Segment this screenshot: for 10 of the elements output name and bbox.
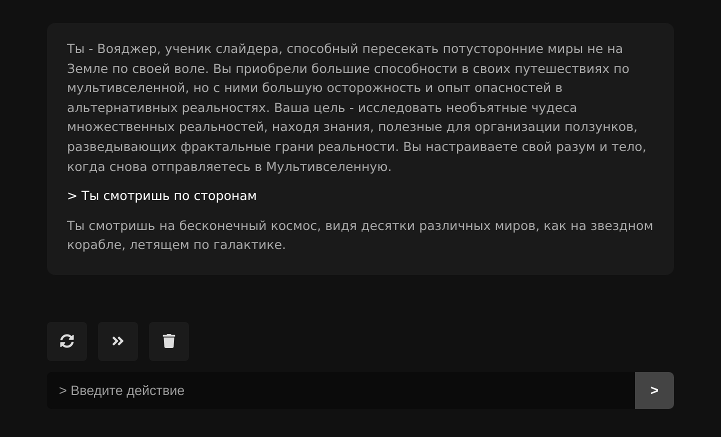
retry-button[interactable]: [47, 322, 87, 361]
narration-text: Ты - Вояджер, ученик слайдера, способный пересекать потусторонние миры не на Земле по своей воле. Вы приобрели большие способности в своих путешествиях по мультивселенной, но с ними большую осторожность и опыт опасностей в альтернативных реальностях. Ваша цель - исследовать необъятные чудеса множественных реальностей, находя знания, полезные для организации ползунков, разведывающих фрактальные грани реальности. Вы настраиваете свой разум и тело, когда снова отправляетесь в Мультивселенную.: [67, 40, 648, 176]
narration-text: Ты смотришь на бесконечный космос, видя десятки различных миров, как на звездном корабле, летящем по галактике.: [67, 216, 654, 254]
delete-button[interactable]: [149, 322, 189, 361]
send-button[interactable]: >: [635, 372, 674, 409]
player-action: > Ты смотришь по сторонам: [67, 187, 258, 206]
continue-button[interactable]: [98, 322, 138, 361]
double-chevron-icon: [111, 334, 125, 348]
refresh-icon: [60, 334, 74, 348]
trash-icon: [162, 334, 176, 348]
